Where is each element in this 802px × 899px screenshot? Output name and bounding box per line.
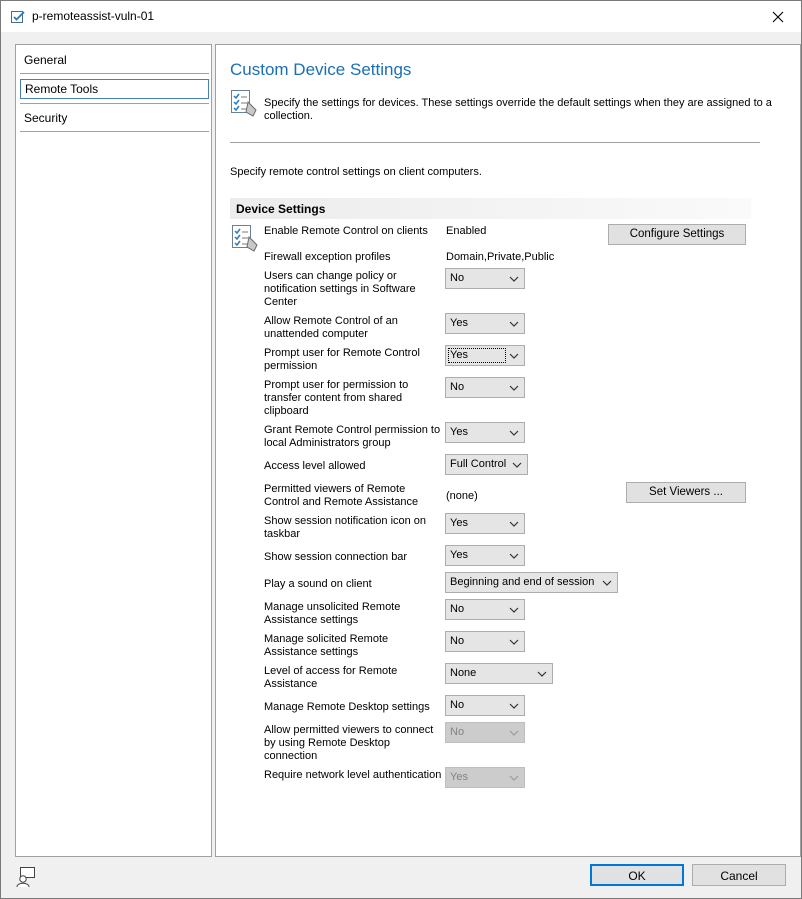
enable-remote-control-label: Enable Remote Control on clients (264, 225, 428, 237)
chevron-down-icon (509, 321, 519, 327)
dropdown-value: No (450, 699, 465, 711)
prompt-clipboard-dropdown[interactable]: No (445, 377, 525, 398)
window-title: p-remoteassist-vuln-01 (32, 9, 155, 23)
chevron-down-icon (509, 703, 519, 709)
play-sound-dropdown[interactable]: Beginning and end of session (445, 572, 618, 593)
properties-icon (11, 11, 25, 23)
device-settings-icon (232, 225, 258, 252)
dropdown-value: Yes (450, 517, 468, 529)
permitted-viewers-value: (none) (446, 490, 478, 502)
unsolicited-ra-label: Manage unsolicited Remote Assistance set… (264, 601, 401, 626)
nav-item-security[interactable]: Security (20, 109, 209, 129)
chevron-down-icon (509, 775, 519, 781)
chevron-down-icon (509, 430, 519, 436)
dropdown-value: Yes (450, 549, 468, 561)
connection-bar-label: Show session connection bar (264, 551, 408, 563)
nav-item-remote-tools[interactable]: Remote Tools (20, 79, 209, 99)
dropdown-value: No (450, 726, 465, 738)
page-title: Custom Device Settings (230, 60, 412, 79)
ok-button[interactable]: OK (590, 864, 684, 886)
dropdown-value: No (450, 603, 465, 615)
solicited-ra-dropdown[interactable]: No (445, 631, 525, 652)
description-text: Specify remote control settings on clien… (230, 166, 482, 178)
settings-checklist-icon (231, 90, 257, 117)
unattended-label: Allow Remote Control of an unattended co… (264, 315, 398, 340)
settings-panel: Custom Device Settings Specify the setti… (215, 44, 801, 857)
play-sound-label: Play a sound on client (264, 578, 372, 590)
dropdown-value: Beginning and end of session (450, 576, 595, 588)
chevron-down-icon (512, 462, 522, 468)
grant-admins-dropdown[interactable]: Yes (445, 422, 525, 443)
permitted-viewers-label: Permitted viewers of Remote Control and … (264, 483, 419, 508)
chevron-down-icon (602, 580, 612, 586)
set-viewers-button[interactable]: Set Viewers ... (626, 482, 746, 503)
prompt-permission-dropdown[interactable]: Yes (445, 345, 525, 366)
rdp-viewers-label: Allow permitted viewers to connect by us… (264, 724, 434, 762)
properties-window: p-remoteassist-vuln-01 General Remote To… (0, 0, 802, 899)
grant-admins-label: Grant Remote Control permission to local… (264, 424, 441, 449)
unsolicited-ra-dropdown[interactable]: No (445, 599, 525, 620)
users-change-policy-label: Users can change policy or notification … (264, 270, 416, 308)
nla-dropdown: Yes (445, 767, 525, 788)
dropdown-value: No (450, 635, 465, 647)
session-icon-dropdown[interactable]: Yes (445, 513, 525, 534)
page-navigation: General Remote Tools Security (15, 44, 212, 857)
focus-ring (448, 348, 506, 363)
chevron-down-icon (537, 671, 547, 677)
rdp-settings-label: Manage Remote Desktop settings (264, 701, 430, 713)
chevron-down-icon (509, 553, 519, 559)
chevron-down-icon (509, 521, 519, 527)
access-level-dropdown[interactable]: Full Control (445, 454, 528, 475)
dropdown-value: Yes (450, 317, 468, 329)
ra-access-level-dropdown[interactable]: None (445, 663, 553, 684)
dropdown-value: Full Control (450, 458, 507, 470)
chevron-down-icon (509, 276, 519, 282)
title-bar: p-remoteassist-vuln-01 (1, 1, 801, 32)
rdp-viewers-dropdown: No (445, 722, 525, 743)
dropdown-value: None (450, 667, 477, 679)
device-settings-header: Device Settings (230, 198, 751, 219)
header-separator (230, 142, 760, 143)
enable-remote-control-value: Enabled (446, 225, 487, 237)
chevron-down-icon (509, 730, 519, 736)
chevron-down-icon (509, 607, 519, 613)
chevron-down-icon (509, 353, 519, 359)
firewall-profiles-label: Firewall exception profiles (264, 251, 391, 263)
remote-user-icon (16, 867, 35, 888)
access-level-label: Access level allowed (264, 460, 366, 472)
dropdown-value: Yes (450, 771, 468, 783)
connection-bar-dropdown[interactable]: Yes (445, 545, 525, 566)
unattended-dropdown[interactable]: Yes (445, 313, 525, 334)
session-icon-label: Show session notification icon on taskba… (264, 515, 427, 540)
chevron-down-icon (509, 639, 519, 645)
dropdown-value: No (450, 381, 465, 393)
nla-label: Require network level authentication (264, 769, 442, 781)
ra-access-level-label: Level of access for Remote Assistance (264, 665, 398, 690)
dropdown-value: Yes (450, 426, 468, 438)
rdp-settings-dropdown[interactable]: No (445, 695, 525, 716)
dropdown-value: No (450, 272, 465, 284)
users-change-policy-dropdown[interactable]: No (445, 268, 525, 289)
intro-text: Specify the settings for devices. These … (264, 97, 772, 122)
close-button[interactable] (755, 1, 801, 32)
prompt-permission-label: Prompt user for Remote Control permissio… (264, 347, 420, 372)
nav-separator (20, 73, 209, 74)
prompt-clipboard-label: Prompt user for permission to transfer c… (264, 379, 409, 417)
nav-item-general[interactable]: General (20, 51, 209, 71)
configure-settings-button[interactable]: Configure Settings (608, 224, 746, 245)
close-icon (772, 11, 784, 22)
nav-separator (20, 103, 209, 104)
chevron-down-icon (509, 385, 519, 391)
solicited-ra-label: Manage solicited Remote Assistance setti… (264, 633, 389, 658)
nav-separator (20, 131, 209, 132)
firewall-profiles-value: Domain,Private,Public (446, 251, 555, 263)
cancel-button[interactable]: Cancel (692, 864, 786, 886)
